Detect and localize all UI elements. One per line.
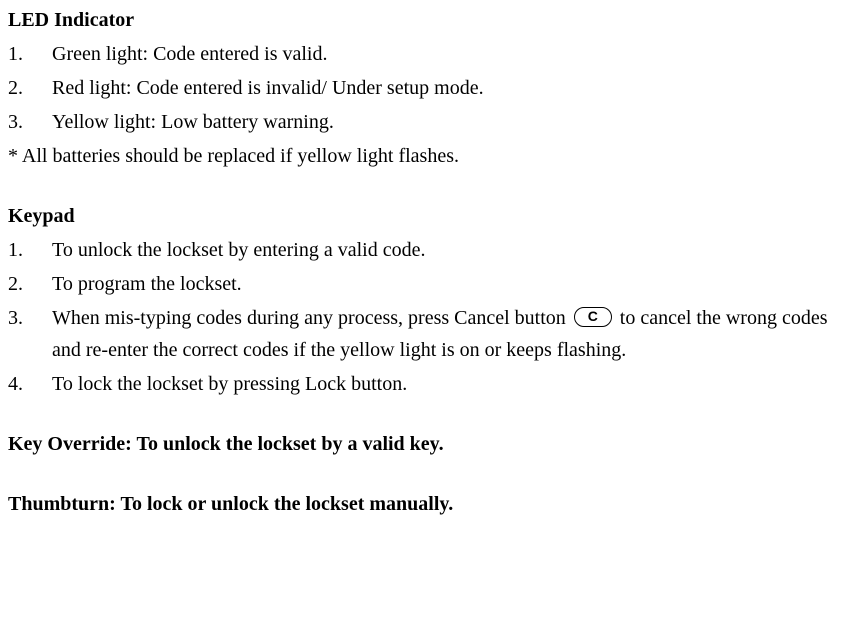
keyoverride-section: Key Override: To unlock the lockset by a… xyxy=(8,428,836,460)
list-text: Green light: Code entered is valid. xyxy=(52,38,836,70)
text-before-icon: When mis-typing codes during any process… xyxy=(52,307,571,329)
list-number: 3. xyxy=(8,106,52,138)
list-number: 3. xyxy=(8,302,52,366)
list-text: To program the lockset. xyxy=(52,268,836,300)
led-list: 1. Green light: Code entered is valid. 2… xyxy=(8,38,836,138)
keypad-list: 1. To unlock the lockset by entering a v… xyxy=(8,234,836,400)
cancel-button-icon: C xyxy=(574,307,612,327)
list-item: 1. Green light: Code entered is valid. xyxy=(8,38,836,70)
thumbturn-heading: Thumbturn: To lock or unlock the lockset… xyxy=(8,488,836,520)
list-number: 1. xyxy=(8,234,52,266)
led-heading: LED Indicator xyxy=(8,4,836,36)
list-text: Red light: Code entered is invalid/ Unde… xyxy=(52,72,836,104)
led-note: * All batteries should be replaced if ye… xyxy=(8,140,836,172)
list-number: 2. xyxy=(8,268,52,300)
list-text: Yellow light: Low battery warning. xyxy=(52,106,836,138)
list-item: 2. To program the lockset. xyxy=(8,268,836,300)
list-text: When mis-typing codes during any process… xyxy=(52,302,836,366)
list-item: 4. To lock the lockset by pressing Lock … xyxy=(8,368,836,400)
led-section: LED Indicator 1. Green light: Code enter… xyxy=(8,4,836,172)
list-number: 2. xyxy=(8,72,52,104)
list-number: 1. xyxy=(8,38,52,70)
keyoverride-heading: Key Override: To unlock the lockset by a… xyxy=(8,428,836,460)
keypad-heading: Keypad xyxy=(8,200,836,232)
thumbturn-section: Thumbturn: To lock or unlock the lockset… xyxy=(8,488,836,520)
list-text: To unlock the lockset by entering a vali… xyxy=(52,234,836,266)
list-item: 1. To unlock the lockset by entering a v… xyxy=(8,234,836,266)
list-item: 2. Red light: Code entered is invalid/ U… xyxy=(8,72,836,104)
keypad-section: Keypad 1. To unlock the lockset by enter… xyxy=(8,200,836,400)
list-number: 4. xyxy=(8,368,52,400)
list-item: 3. When mis-typing codes during any proc… xyxy=(8,302,836,366)
list-item: 3. Yellow light: Low battery warning. xyxy=(8,106,836,138)
list-text: To lock the lockset by pressing Lock but… xyxy=(52,368,836,400)
